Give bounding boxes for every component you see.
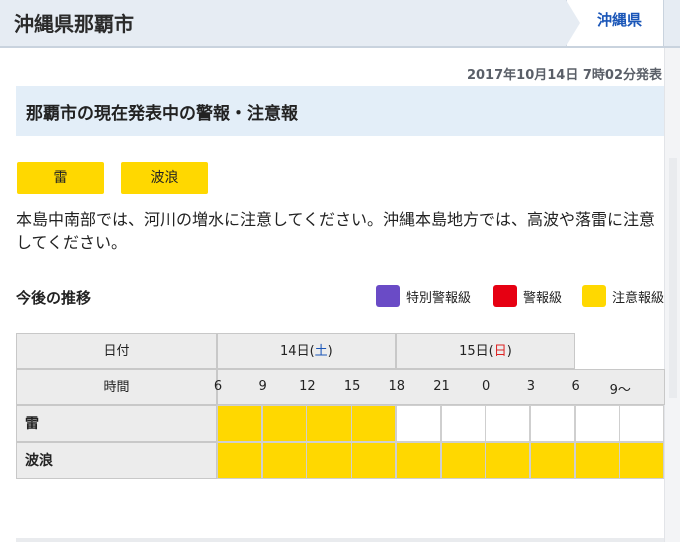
time-label: 9 [258,379,267,394]
section-header: 那覇市の現在発表中の警報・注意報 [16,86,664,136]
scrollbar-thumb[interactable] [669,158,677,398]
forecast-cell [529,442,576,479]
page-header: 沖縄県那覇市 沖縄県 [0,0,680,48]
day-paren: ) [327,344,333,359]
forecast-cell [485,405,531,442]
trend-title: 今後の推移 [16,289,92,307]
forecast-cell [306,405,352,442]
time-label: 12 [299,379,316,394]
forecast-cell [217,442,263,479]
day-of-week: 土 [314,344,328,359]
forecast-cell [619,405,665,442]
day-header-2: 15日(日) [395,333,576,369]
legend-swatch-special [376,285,400,307]
time-label: 9〜 [609,383,631,398]
page-title: 沖縄県那覇市 [14,12,134,36]
prefecture-link[interactable]: 沖縄県 [566,0,664,46]
forecast-cell [261,405,307,442]
forecast-cell [619,442,665,479]
forecast-cell [574,442,620,479]
tab-notch [566,0,580,46]
time-band: 6 9 12 15 18 21 0 3 6 9〜 [214,369,665,405]
legend-label-warning: 警報級 [523,291,563,306]
legend-swatch-warning [493,285,517,307]
time-label: 6 [213,379,223,394]
warning-description: 本島中南部では、河川の増水に注意してください。沖縄本島地方では、高波や落雷に注意… [16,210,656,252]
row-label-thunder: 雷 [16,405,217,442]
legend-swatch-advisory [582,285,606,307]
day-of-week: 日 [493,344,507,359]
forecast-cell [351,442,397,479]
legend-label-advisory: 注意報級 [612,291,665,306]
time-label: 21 [433,379,450,394]
forecast-cell [261,442,307,479]
day-number: 15日( [459,344,494,359]
day-header-1: 14日(土) [217,333,396,369]
time-label: 0 [482,379,491,394]
forecast-cell [395,442,441,479]
forecast-cell [217,405,263,442]
time-label: 3 [526,379,536,394]
time-label: 6 [571,379,580,394]
forecast-cell [529,405,576,442]
time-label: 15 [343,379,361,394]
forecast-cell [306,442,352,479]
row-label-waves: 波浪 [16,442,217,479]
issued-timestamp: 2017年10月14日 7時02分発表 [466,68,662,83]
day-paren: ) [506,344,512,359]
forecast-cell [440,442,486,479]
forecast-cell [351,405,397,442]
legend-label-special: 特別警報級 [406,291,472,306]
day-number: 14日( [280,344,315,359]
date-header-cell: 日付 [16,333,217,369]
badge-thunder[interactable]: 雷 [17,162,104,194]
forecast-cell [485,442,531,479]
prefecture-link-label[interactable]: 沖縄県 [597,9,642,30]
next-section-edge [16,538,664,542]
badge-waves[interactable]: 波浪 [121,162,208,194]
forecast-cell [574,405,620,442]
forecast-cell [440,405,486,442]
section-title: 那覇市の現在発表中の警報・注意報 [26,104,298,124]
scrollbar[interactable] [664,48,680,542]
forecast-cell [395,405,441,442]
time-label: 18 [388,379,406,394]
time-header-cell: 時間 [16,369,217,405]
forecast-table: 日付 14日(土) 15日(日) 時間 6 9 12 15 18 21 0 3 6 9〜雷波浪 [16,333,665,479]
